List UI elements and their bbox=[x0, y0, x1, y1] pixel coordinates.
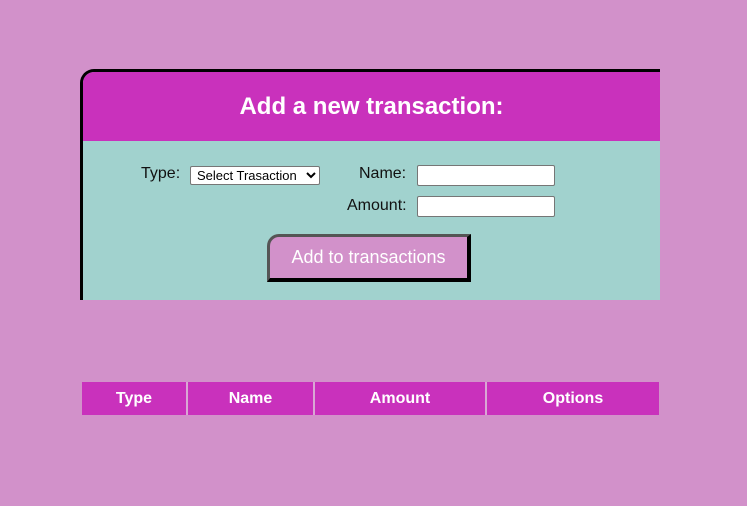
add-to-transactions-button[interactable]: Add to transactions bbox=[267, 234, 471, 282]
form-title: Add a new transaction: bbox=[239, 92, 504, 120]
column-header-amount: Amount bbox=[314, 382, 487, 415]
form-body: Type: Select Trasaction Name: Amount: Ad… bbox=[83, 141, 660, 300]
amount-input[interactable] bbox=[417, 196, 555, 217]
name-label: Name: bbox=[359, 165, 407, 182]
column-header-type: Type bbox=[82, 382, 188, 415]
type-label: Type: bbox=[141, 165, 181, 182]
table-header-row: Type Name Amount Options bbox=[82, 382, 659, 415]
transaction-type-select[interactable]: Select Trasaction bbox=[190, 166, 320, 185]
amount-label: Amount: bbox=[347, 197, 407, 214]
column-header-options: Options bbox=[486, 382, 659, 415]
transaction-form-card: Add a new transaction: Type: Select Tras… bbox=[80, 69, 660, 300]
name-input[interactable] bbox=[417, 165, 555, 186]
transactions-table: Type Name Amount Options bbox=[82, 382, 659, 415]
column-header-name: Name bbox=[187, 382, 315, 415]
form-header: Add a new transaction: bbox=[83, 72, 660, 141]
